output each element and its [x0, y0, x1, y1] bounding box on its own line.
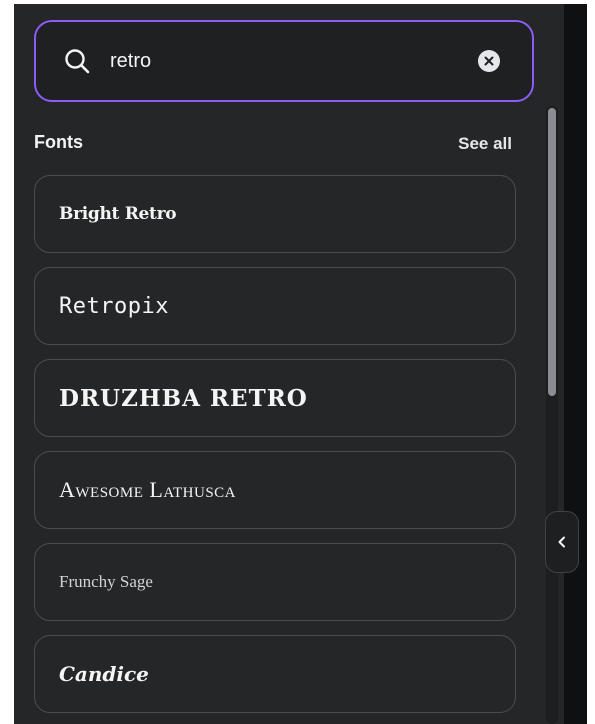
see-all-link[interactable]: See all [458, 134, 512, 154]
search-input[interactable] [110, 44, 470, 78]
font-item-bright-retro[interactable]: Bright Retro [34, 175, 516, 253]
font-item-label: Awesome Lathusca [59, 477, 236, 502]
search-box[interactable] [34, 20, 534, 102]
scrollbar[interactable] [546, 106, 558, 724]
font-item-awesome-lathusca[interactable]: Awesome Lathusca [34, 451, 516, 529]
font-item-druzhba-retro[interactable]: DRUZHBA RETRO [34, 359, 516, 437]
font-item-label: DRUZHBA RETRO [59, 384, 308, 412]
search-icon [63, 47, 91, 75]
chevron-left-icon [558, 536, 565, 548]
font-item-label: Candice [59, 662, 149, 686]
font-item-label: Frunchy Sage [59, 572, 153, 591]
font-item-retropix[interactable]: Retropix [34, 267, 516, 345]
collapse-panel-button[interactable] [545, 511, 579, 573]
clear-search-button[interactable] [478, 50, 500, 72]
section-title: Fonts [34, 132, 83, 152]
scrollbar-thumb[interactable] [548, 108, 556, 396]
font-search-panel: Fonts See all Bright Retro Retropix DRUZ… [14, 4, 564, 724]
font-item-label: Bright Retro [59, 204, 177, 224]
close-icon [484, 56, 494, 66]
font-item-frunchy-sage[interactable]: Frunchy Sage [34, 543, 516, 621]
canvas-edge [564, 4, 587, 724]
app-frame: Fonts See all Bright Retro Retropix DRUZ… [0, 0, 595, 724]
font-list: Bright Retro Retropix DRUZHBA RETRO Awes… [34, 175, 516, 724]
fonts-section-header: Fonts See all [34, 130, 514, 160]
font-item-label: Retropix [59, 293, 169, 319]
font-item-candice[interactable]: Candice [34, 635, 516, 713]
